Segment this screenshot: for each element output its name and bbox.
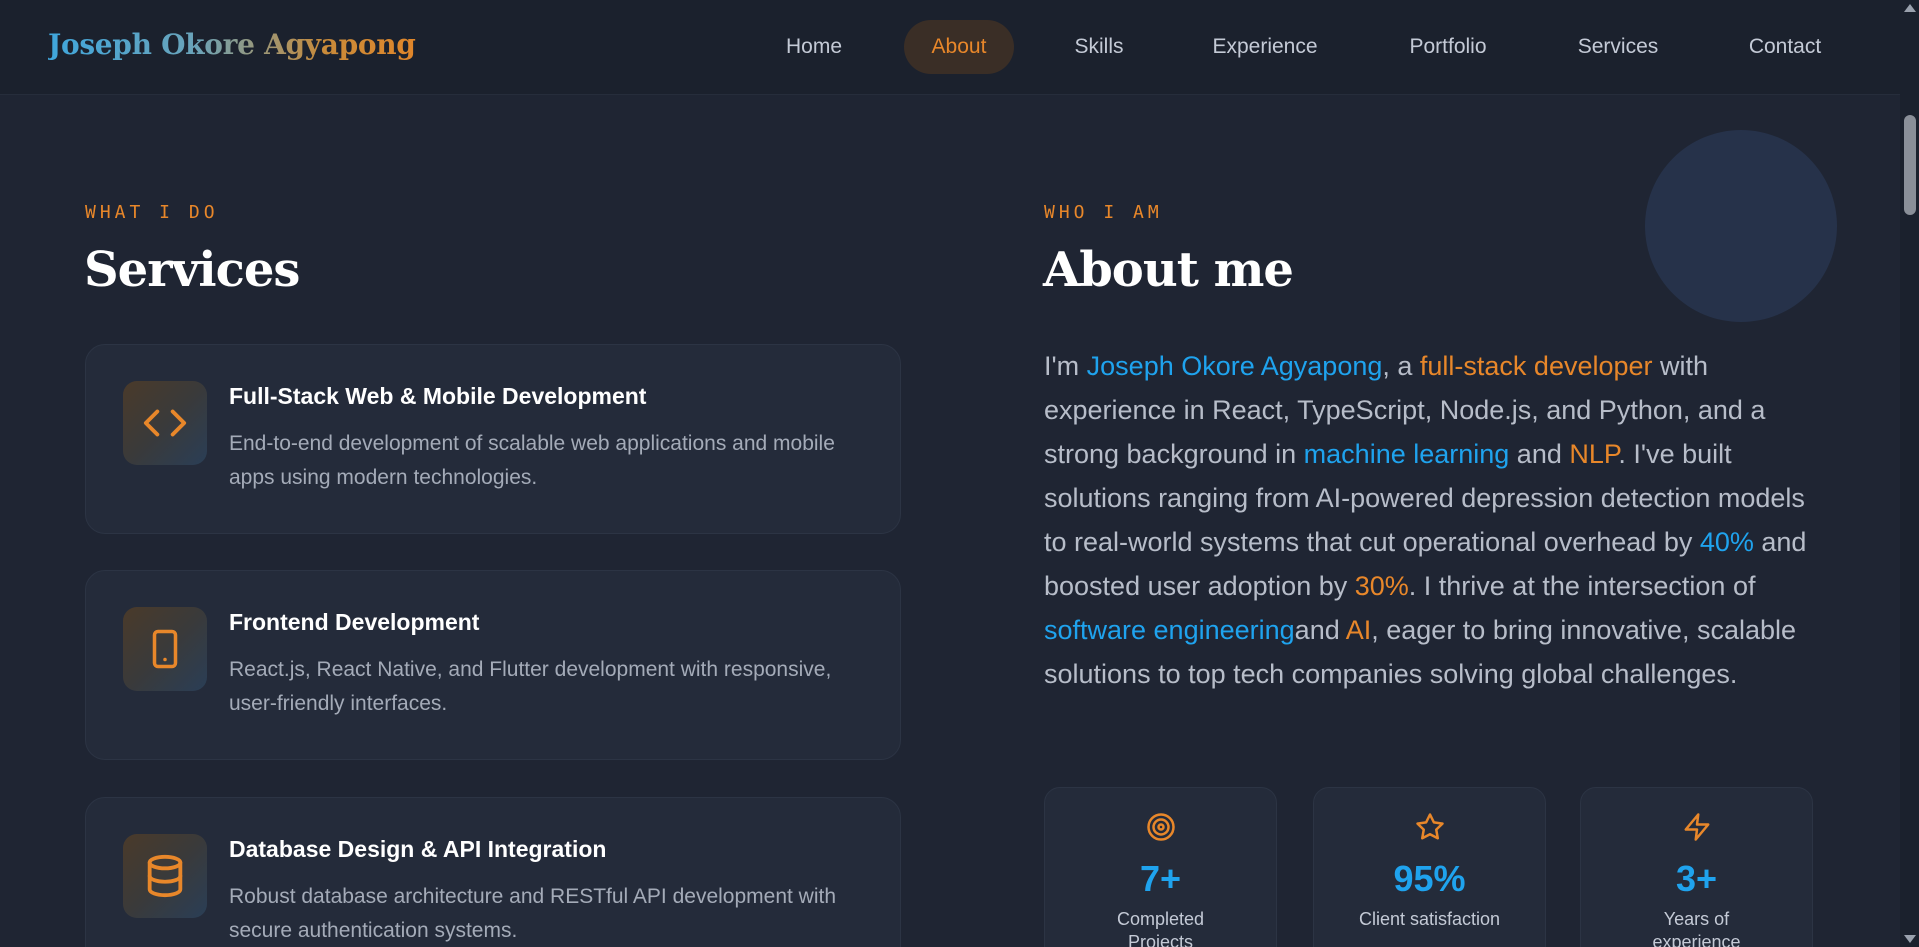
about-text-segment: and — [1509, 439, 1570, 469]
stat-card: 7+ Completed Projects — [1044, 787, 1277, 947]
service-card[interactable]: Full-Stack Web & Mobile Development End-… — [85, 344, 901, 534]
scroll-down-arrow-icon[interactable] — [1904, 935, 1916, 943]
nav-item-home[interactable]: Home — [770, 20, 858, 74]
nav-item-skills[interactable]: Skills — [1058, 20, 1140, 74]
lightning-icon — [1684, 813, 1710, 841]
database-icon — [123, 834, 207, 918]
stat-card: 95% Client satisfaction — [1313, 787, 1546, 947]
highlight-nlp: NLP — [1569, 439, 1619, 469]
scrollbar-thumb[interactable] — [1904, 115, 1916, 215]
service-card[interactable]: Database Design & API Integration Robust… — [85, 797, 901, 947]
highlight-ml: machine learning — [1303, 439, 1510, 469]
service-card[interactable]: Frontend Development React.js, React Nat… — [85, 570, 901, 760]
about-text-segment: , a — [1382, 351, 1420, 381]
nav-links: Home About Skills Experience Portfolio S… — [0, 20, 1900, 74]
nav-item-about[interactable]: About — [904, 20, 1014, 74]
highlight-percent: 40% — [1699, 527, 1754, 557]
service-title: Database Design & API Integration — [229, 836, 607, 862]
smartphone-icon — [123, 607, 207, 691]
star-icon — [1416, 813, 1444, 840]
highlight-name: Joseph Okore Agyapong — [1086, 351, 1383, 381]
nav-item-portfolio[interactable]: Portfolio — [1392, 20, 1504, 74]
service-description: Robust database architecture and RESTful… — [229, 885, 837, 942]
about-eyebrow: WHO I AM — [1044, 202, 1163, 223]
about-paragraph: I'm Joseph Okore Agyapong, a full-stack … — [1044, 344, 1834, 696]
navbar: Joseph Okore Agyapong Home About Skills … — [0, 0, 1900, 95]
code-icon — [123, 381, 207, 465]
highlight-se: software engineering — [1044, 615, 1295, 645]
highlight-percent: 30% — [1354, 571, 1409, 601]
scrollbar[interactable] — [1900, 0, 1919, 947]
nav-item-services[interactable]: Services — [1564, 20, 1672, 74]
stat-label: Years of experience — [1652, 909, 1741, 947]
nav-item-contact[interactable]: Contact — [1734, 20, 1836, 74]
about-text-segment: . I thrive at the intersection of — [1408, 571, 1756, 601]
about-title: About me — [1043, 242, 1294, 298]
stat-label: Client satisfaction — [1358, 909, 1501, 929]
target-icon — [1147, 813, 1175, 841]
nav-item-experience[interactable]: Experience — [1198, 20, 1332, 74]
service-description: End-to-end development of scalable web a… — [229, 432, 835, 489]
stat-card: 3+ Years of experience — [1580, 787, 1813, 947]
stat-value: 7+ — [1139, 858, 1182, 899]
service-description: React.js, React Native, and Flutter deve… — [229, 658, 832, 715]
stat-label: Completed Projects — [1116, 909, 1205, 947]
services-eyebrow: WHAT I DO — [85, 202, 219, 223]
service-title: Frontend Development — [229, 609, 480, 635]
about-text-segment: and — [1294, 615, 1346, 645]
decorative-circle — [1645, 130, 1837, 322]
highlight-ai: AI — [1345, 615, 1372, 645]
about-text-segment: I'm — [1044, 351, 1087, 381]
highlight-role: full-stack developer — [1419, 351, 1653, 381]
scroll-up-arrow-icon[interactable] — [1904, 4, 1916, 12]
services-title: Services — [84, 242, 300, 298]
stat-value: 95% — [1393, 858, 1466, 899]
service-title: Full-Stack Web & Mobile Development — [229, 383, 647, 409]
stat-value: 3+ — [1675, 858, 1718, 899]
